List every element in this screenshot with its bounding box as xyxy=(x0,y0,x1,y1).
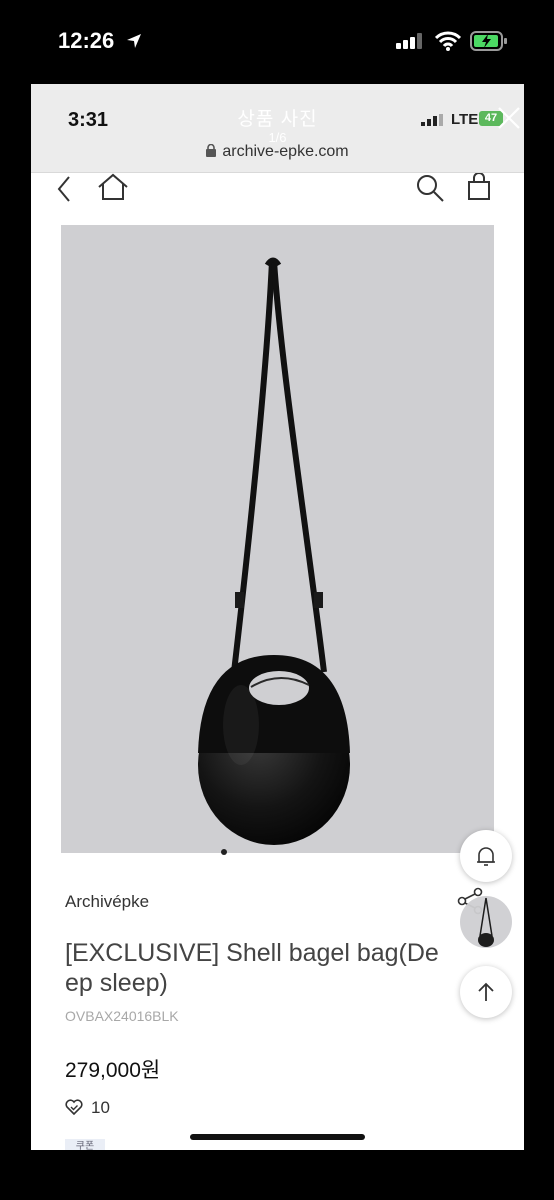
like-count-value: 10 xyxy=(91,1098,110,1117)
phone-status-bar: 12:26 xyxy=(0,0,554,84)
url-bar[interactable]: archive-epke.com xyxy=(31,143,524,162)
product-code: OVBAX24016BLK xyxy=(65,1008,179,1024)
home-icon[interactable] xyxy=(97,173,129,206)
wifi-icon xyxy=(434,31,462,56)
product-price: 279,000원 xyxy=(65,1059,161,1082)
scroll-top-button[interactable] xyxy=(460,966,512,1018)
inner-network-label: LTE xyxy=(451,111,479,128)
lock-icon xyxy=(206,143,217,162)
cellular-signal-icon xyxy=(396,33,426,54)
like-count[interactable]: 10 xyxy=(65,1098,110,1118)
shop-nav-bar xyxy=(31,172,524,215)
inner-signal-icon xyxy=(421,113,445,131)
heart-check-icon xyxy=(65,1099,83,1116)
gallery-dot-indicator xyxy=(221,849,227,855)
product-title: [EXCLUSIVE] Shell bagel bag(De ep sleep) xyxy=(65,938,485,998)
brand-name[interactable]: Archivépke xyxy=(65,892,149,912)
inner-header: 3:31 상품 사진 1/6 archive-epke.com LTE 47 xyxy=(31,84,524,172)
coupon-badge[interactable]: 쿠폰 xyxy=(65,1139,105,1150)
product-thumbnail[interactable] xyxy=(460,896,512,948)
battery-charging-icon xyxy=(470,31,508,56)
product-title-line-1: [EXCLUSIVE] Shell bagel bag(De xyxy=(65,939,439,967)
bell-icon xyxy=(477,847,495,866)
home-indicator[interactable] xyxy=(190,1134,365,1140)
notification-button[interactable] xyxy=(460,830,512,882)
product-photo[interactable] xyxy=(61,225,494,855)
chevron-left-icon[interactable] xyxy=(55,175,73,208)
arrow-up-icon xyxy=(478,982,494,1001)
location-arrow-icon xyxy=(125,32,143,55)
search-icon[interactable] xyxy=(415,173,445,208)
url-text: archive-epke.com xyxy=(222,143,349,160)
close-icon[interactable] xyxy=(497,106,521,135)
status-time: 12:26 xyxy=(58,28,115,53)
product-title-line-2: ep sleep) xyxy=(65,969,168,997)
embedded-screenshot: 3:31 상품 사진 1/6 archive-epke.com LTE 47 A… xyxy=(31,84,524,1150)
shopping-bag-icon[interactable] xyxy=(467,172,491,206)
